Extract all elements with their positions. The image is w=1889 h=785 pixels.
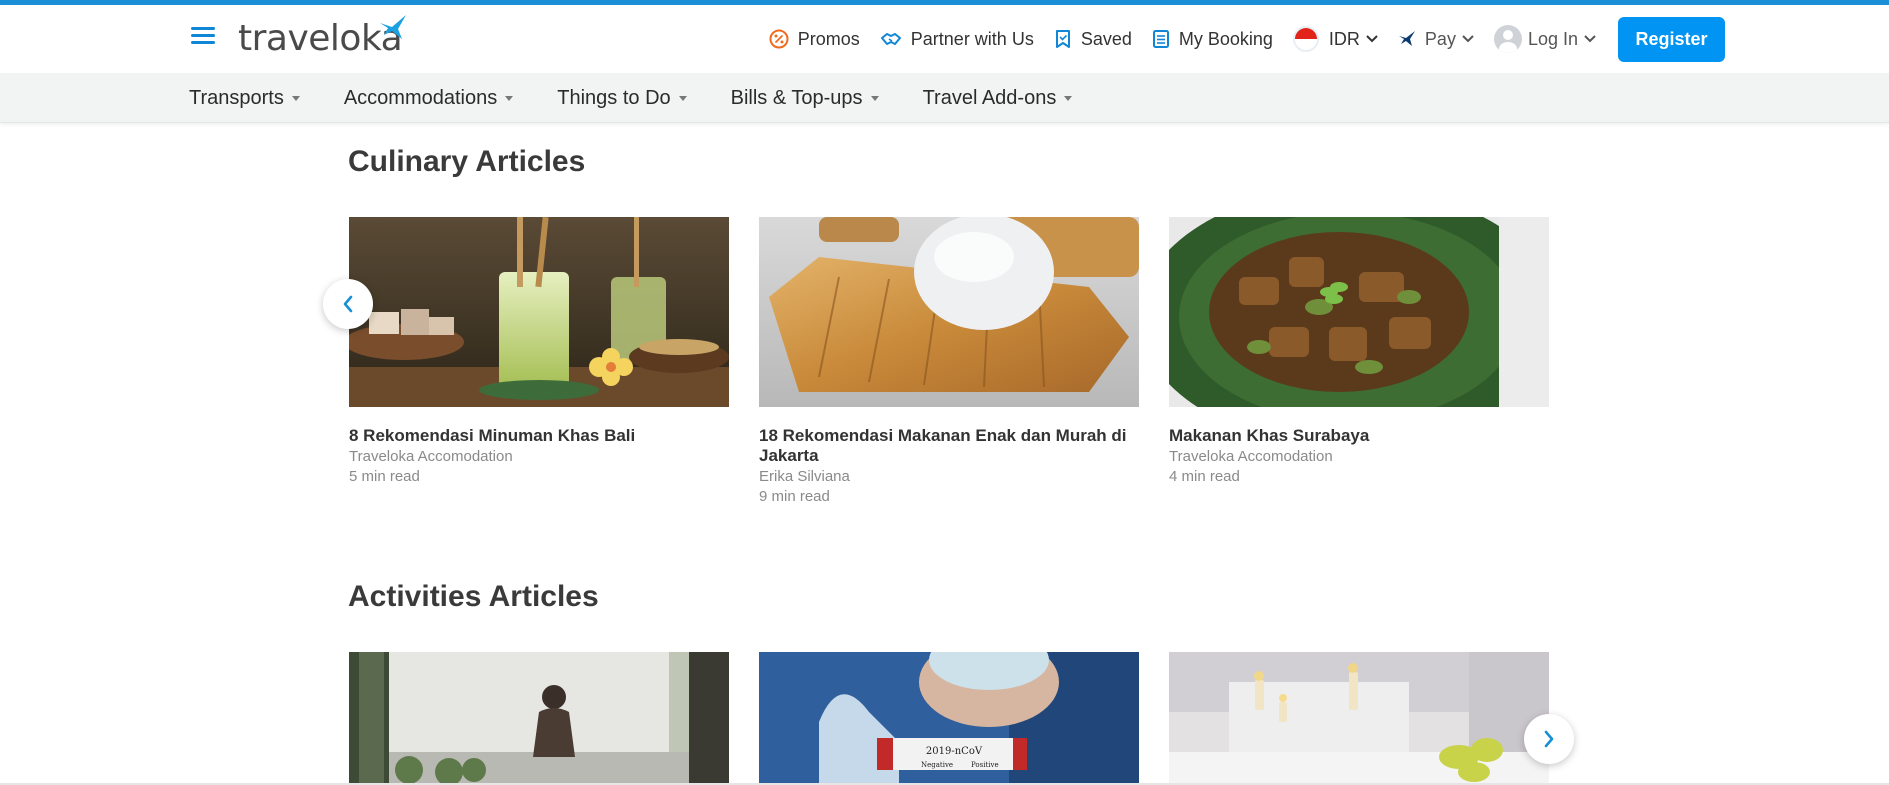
subnav-label: Things to Do	[557, 86, 671, 109]
chevron-left-icon	[343, 295, 353, 313]
saved-label: Saved	[1080, 28, 1132, 49]
login-label: Log In	[1527, 28, 1578, 49]
article-card[interactable]: 8 Rekomendasi Minuman Khas Bali Travelok…	[349, 217, 729, 507]
culinary-cards: 8 Rekomendasi Minuman Khas Bali Travelok…	[349, 217, 1549, 507]
subnav-item-bills-topups[interactable]: Bills & Top-ups	[731, 87, 879, 110]
article-title[interactable]: Makanan Khas Surabaya	[1169, 426, 1549, 446]
article-card[interactable]: 2019-nCoV Negative Positive	[759, 652, 1139, 783]
chevron-down-icon	[1366, 35, 1378, 43]
test-tube-positive: Positive	[971, 761, 999, 769]
user-avatar-icon	[1493, 25, 1522, 53]
currency-selector[interactable]: IDR	[1283, 17, 1388, 61]
caret-down-icon	[870, 95, 879, 101]
subnav-item-things-to-do[interactable]: Things to Do	[557, 86, 687, 110]
subnav-label: Travel Add-ons	[922, 86, 1057, 109]
article-card[interactable]: Makanan Khas Surabaya Traveloka Accomoda…	[1169, 217, 1549, 507]
top-navigation: Promos Partner with Us Saved My Booking …	[759, 16, 1725, 62]
article-image-surabaya-dish	[1169, 217, 1549, 407]
promos-link[interactable]: Promos	[759, 17, 870, 61]
activities-cards: 2019-nCoV Negative Positive	[349, 652, 1549, 783]
partner-label: Partner with Us	[910, 28, 1034, 49]
hamburger-menu-icon[interactable]	[191, 27, 215, 45]
subnav-item-travel-addons[interactable]: Travel Add-ons	[923, 87, 1073, 110]
chevron-right-icon	[1544, 730, 1554, 748]
my-booking-link[interactable]: My Booking	[1142, 17, 1283, 61]
subnav-item-transports[interactable]: Transports	[189, 87, 300, 110]
handshake-icon	[880, 33, 901, 45]
saved-link[interactable]: Saved	[1044, 17, 1142, 61]
caret-down-icon	[678, 95, 687, 101]
article-image-covid-test: 2019-nCoV Negative Positive	[759, 652, 1139, 783]
chevron-down-icon	[1584, 35, 1596, 43]
article-read-time: 9 min read	[759, 488, 830, 505]
test-tube-label: 2019-nCoV	[926, 746, 983, 757]
promos-label: Promos	[797, 28, 860, 49]
subnav-label: Bills & Top-ups	[730, 86, 863, 109]
article-read-time: 4 min read	[1169, 468, 1240, 485]
article-read-time: 5 min read	[349, 468, 420, 485]
test-tube-negative: Negative	[921, 761, 953, 769]
subnav-label: Accommodations	[343, 86, 498, 109]
article-author: Erika Silviana	[759, 468, 850, 485]
percent-badge-icon	[769, 29, 789, 49]
partner-link[interactable]: Partner with Us	[870, 17, 1044, 61]
article-image-spa	[1169, 652, 1549, 783]
article-card[interactable]: 18 Rekomendasi Makanan Enak dan Murah di…	[759, 217, 1139, 507]
register-button[interactable]: Register	[1618, 16, 1725, 62]
article-image-yoga	[349, 652, 729, 783]
caret-down-icon	[291, 95, 300, 101]
currency-label: IDR	[1328, 28, 1360, 49]
traveloka-logo[interactable]: traveloka	[238, 13, 406, 63]
chevron-down-icon	[1462, 35, 1474, 43]
article-image-drinks	[349, 217, 729, 407]
category-navigation: Transports Accommodations Things to Do B…	[0, 73, 1889, 123]
culinary-section-title: Culinary Articles	[348, 145, 586, 178]
my-booking-label: My Booking	[1178, 28, 1273, 49]
caret-down-icon	[1064, 95, 1073, 101]
subnav-label: Transports	[189, 86, 284, 109]
article-card[interactable]	[1169, 652, 1549, 783]
traveloka-bird-icon	[1398, 31, 1415, 46]
article-author: Traveloka Accomodation	[1169, 448, 1333, 465]
indonesia-flag-icon	[1292, 26, 1319, 52]
list-document-icon	[1152, 30, 1169, 48]
article-card[interactable]	[349, 652, 729, 783]
article-title[interactable]: 18 Rekomendasi Makanan Enak dan Murah di…	[759, 426, 1139, 466]
article-title[interactable]: 8 Rekomendasi Minuman Khas Bali	[349, 426, 729, 446]
logo-bird-icon	[380, 15, 406, 39]
subnav-item-accommodations[interactable]: Accommodations	[343, 86, 514, 110]
caret-down-icon	[505, 95, 514, 101]
pay-label: Pay	[1424, 28, 1456, 49]
activities-section-title: Activities Articles	[348, 580, 599, 613]
bookmark-icon	[1055, 30, 1070, 48]
login-menu[interactable]: Log In	[1484, 17, 1606, 61]
article-author: Traveloka Accomodation	[349, 448, 513, 465]
article-image-toast	[759, 217, 1139, 407]
pay-menu[interactable]: Pay	[1388, 17, 1484, 61]
carousel-next-button[interactable]	[1524, 714, 1574, 764]
carousel-prev-button[interactable]	[323, 279, 373, 329]
site-header: traveloka Promos Partner with Us Saved M…	[0, 5, 1889, 73]
